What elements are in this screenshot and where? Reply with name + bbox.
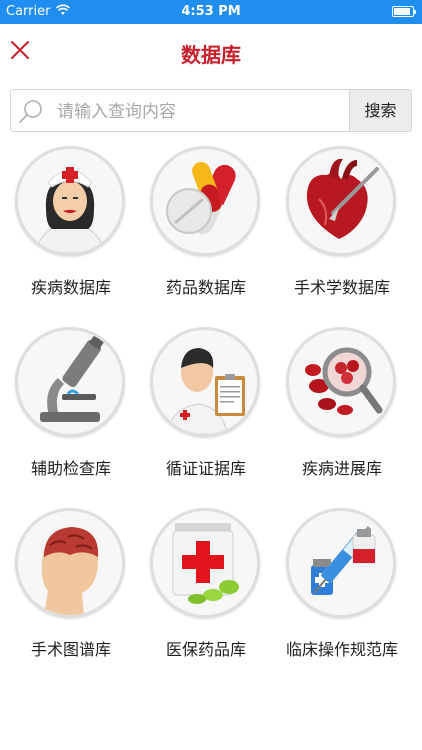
status-bar: Carrier 4:53 PM: [0, 0, 422, 24]
clock: 4:53 PM: [181, 4, 241, 19]
pills-icon: [166, 161, 236, 235]
database-label: 辅助检查库: [30, 459, 111, 478]
database-icon-frame: [286, 146, 396, 256]
page-title: 数据库: [181, 43, 241, 67]
database-label: 手术图谱库: [30, 640, 111, 659]
database-icon-frame: [15, 146, 125, 256]
search-icon: [19, 100, 42, 123]
database-icon-frame: [150, 327, 260, 437]
database-item-insurance[interactable]: 医保药品库: [136, 502, 276, 672]
battery-icon: [392, 6, 416, 17]
database-item-progression[interactable]: 疾病进展库: [272, 321, 412, 491]
database-label: 疾病进展库: [301, 459, 382, 478]
doctor-clipboard-icon: [166, 348, 245, 434]
database-icon-frame: [286, 508, 396, 618]
database-item-surgery[interactable]: 手术学数据库: [272, 140, 412, 310]
microscope-icon: [40, 335, 104, 422]
database-label: 手术学数据库: [293, 278, 390, 297]
database-icon-frame: [150, 508, 260, 618]
blood-magnifier-icon: [305, 347, 383, 415]
database-label: 疾病数据库: [30, 278, 111, 297]
database-label: 循证证据库: [165, 459, 246, 478]
search-input[interactable]: [55, 96, 355, 128]
nav-bar: 数据库: [0, 24, 422, 86]
heart-scalpel-icon: [306, 159, 379, 239]
database-label: 药品数据库: [165, 278, 246, 297]
database-item-atlas[interactable]: 手术图谱库: [1, 502, 141, 672]
syringe-vial-icon: [311, 526, 376, 595]
database-item-drug[interactable]: 药品数据库: [136, 140, 276, 310]
nurse-icon: [35, 167, 105, 253]
database-item-evidence[interactable]: 循证证据库: [136, 321, 276, 491]
database-label: 医保药品库: [165, 640, 246, 659]
medicine-bottle-icon: [172, 523, 239, 604]
battery-level: [394, 8, 410, 15]
database-item-clinical[interactable]: 临床操作规范库: [272, 502, 412, 672]
brain-head-icon: [41, 527, 99, 615]
database-icon-frame: [15, 508, 125, 618]
database-icon-frame: [150, 146, 260, 256]
search-button[interactable]: 搜索: [349, 90, 411, 131]
database-item-examination[interactable]: 辅助检查库: [1, 321, 141, 491]
database-icon-frame: [15, 327, 125, 437]
database-item-disease[interactable]: 疾病数据库: [1, 140, 141, 310]
search-bar: 搜索: [10, 89, 412, 132]
database-icon-frame: [286, 327, 396, 437]
database-label: 临床操作规范库: [285, 640, 398, 659]
